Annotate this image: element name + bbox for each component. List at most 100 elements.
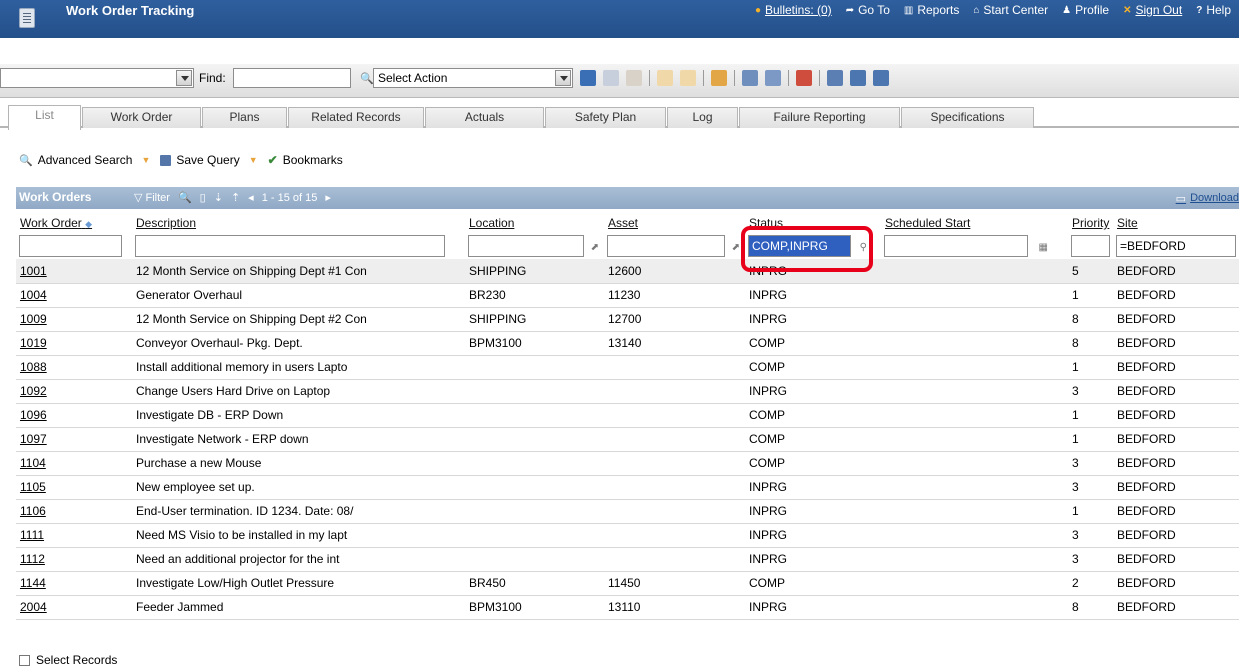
create-ticket-icon[interactable] (765, 70, 781, 86)
work-order-link[interactable]: 1088 (20, 360, 47, 374)
table-row[interactable]: 2004 Feeder Jammed BPM3100 13110 INPRG 8 BEDFO… (16, 595, 1239, 620)
table-row[interactable]: 1009 12 Month Service on Shipping Dept #2… (16, 307, 1239, 332)
table-row[interactable]: 1092 Change Users Hard Drive on Laptop INP… (16, 379, 1239, 404)
previous-arrow-icon[interactable] (657, 70, 673, 86)
chevron-down-icon[interactable]: ▼ (249, 155, 258, 165)
new-record-icon[interactable] (580, 70, 596, 86)
table-row[interactable]: 1144 Investigate Low/High Outlet Pressure… (16, 571, 1239, 596)
column-header-scheduled-start[interactable]: Scheduled Start (881, 213, 1068, 233)
filter-button[interactable]: ▽ Filter (134, 191, 170, 204)
column-header-site[interactable]: Site (1113, 213, 1239, 233)
nav-help[interactable]: ? Help (1196, 3, 1231, 17)
tab-work-order[interactable]: Work Order (82, 107, 201, 128)
work-order-link[interactable]: 1004 (20, 288, 47, 302)
cell-work-order[interactable]: 1088 (16, 355, 132, 380)
cell-work-order[interactable]: 1105 (16, 475, 132, 500)
find-input[interactable] (233, 68, 351, 88)
cell-work-order[interactable]: 1104 (16, 451, 132, 476)
select-records-checkbox[interactable] (19, 654, 30, 666)
sort-down-icon[interactable]: ⇣ (214, 191, 223, 204)
cell-work-order[interactable]: 1097 (16, 427, 132, 452)
nav-profile[interactable]: ♟ Profile (1062, 3, 1109, 17)
filter-work-order-input[interactable] (19, 235, 122, 257)
column-header-priority[interactable]: Priority (1068, 213, 1113, 233)
download-link[interactable]: ▭ Download (1176, 192, 1239, 205)
work-order-link[interactable]: 1097 (20, 432, 47, 446)
table-row[interactable]: 1104 Purchase a new Mouse COMP 3 BEDFORD (16, 451, 1239, 476)
table-row[interactable]: 1088 Install additional memory in users L… (16, 355, 1239, 380)
column-header-asset[interactable]: Asset (604, 213, 745, 233)
advanced-search-button[interactable]: 🔍 Advanced Search ▼ (19, 153, 150, 167)
document-icon[interactable] (827, 70, 843, 86)
filter-status-input[interactable] (748, 235, 851, 257)
tab-list[interactable]: List (8, 105, 81, 130)
lookup-icon[interactable]: ⬈ (591, 242, 599, 253)
filter-scheduled-start-input[interactable] (884, 235, 1028, 257)
previous-page-icon[interactable]: ◂ (248, 191, 254, 204)
select-action-dropdown[interactable]: Select Action (373, 68, 573, 88)
cell-work-order[interactable]: 1001 (16, 259, 132, 284)
filter-location-input[interactable] (468, 235, 584, 257)
table-row[interactable]: 1004 Generator Overhaul BR230 11230 INPRG 1 BE… (16, 283, 1239, 308)
app-selector[interactable] (0, 68, 194, 88)
binoculars-icon[interactable]: 🔍 (360, 72, 374, 85)
column-header-description[interactable]: Description (132, 213, 465, 233)
cell-work-order[interactable]: 1106 (16, 499, 132, 524)
sort-up-icon[interactable]: ⇡ (231, 191, 240, 204)
tab-specifications[interactable]: Specifications (901, 107, 1034, 128)
work-order-link[interactable]: 1019 (20, 336, 47, 350)
cell-work-order[interactable]: 1111 (16, 523, 132, 548)
cell-work-order[interactable]: 1096 (16, 403, 132, 428)
nav-start-center[interactable]: ⌂ Start Center (973, 3, 1048, 17)
table-row[interactable]: 1019 Conveyor Overhaul- Pkg. Dept. BPM3100… (16, 331, 1239, 356)
lookup-icon[interactable]: ⬈ (732, 242, 740, 253)
work-order-link[interactable]: 1111 (20, 528, 44, 542)
binoculars-icon[interactable]: 🔍 (178, 191, 192, 204)
nav-reports[interactable]: ▥ Reports (904, 3, 959, 17)
tab-plans[interactable]: Plans (202, 107, 287, 128)
next-page-icon[interactable]: ▸ (325, 191, 331, 204)
work-order-link[interactable]: 1106 (20, 504, 46, 518)
bookmarks-button[interactable]: ✔ Bookmarks (268, 153, 343, 167)
change-status-icon[interactable] (711, 70, 727, 86)
nav-goto[interactable]: ➦ Go To (846, 3, 890, 17)
work-order-link[interactable]: 1009 (20, 312, 47, 326)
cell-work-order[interactable]: 2004 (16, 595, 132, 620)
work-order-link[interactable]: 1001 (20, 264, 47, 278)
tab-actuals[interactable]: Actuals (425, 107, 544, 128)
cell-work-order[interactable]: 1009 (16, 307, 132, 332)
work-order-link[interactable]: 1105 (20, 480, 46, 494)
gauge-icon[interactable] (796, 70, 812, 86)
calendar-icon[interactable]: ▦ (1039, 242, 1048, 253)
print-all-icon[interactable] (873, 70, 889, 86)
save-query-button[interactable]: Save Query ▼ (160, 153, 258, 167)
chevron-down-icon[interactable]: ▼ (141, 155, 150, 165)
save-icon[interactable] (603, 70, 619, 86)
cell-work-order[interactable]: 1112 (16, 547, 132, 572)
chevron-down-icon[interactable] (176, 70, 192, 86)
work-order-link[interactable]: 1096 (20, 408, 47, 422)
column-header-work-order[interactable]: Work Order ◆ (16, 213, 132, 233)
sort-icon[interactable]: ◆ (85, 219, 92, 229)
next-arrow-icon[interactable] (680, 70, 696, 86)
work-order-link[interactable]: 1144 (20, 576, 46, 590)
tab-safety-plan[interactable]: Safety Plan (545, 107, 666, 128)
filter-asset-input[interactable] (607, 235, 725, 257)
work-order-link[interactable]: 1104 (20, 456, 46, 470)
filter-priority-input[interactable] (1071, 235, 1110, 257)
column-header-location[interactable]: Location (465, 213, 604, 233)
table-row[interactable]: 1106 End-User termination. ID 1234. Date:… (16, 499, 1239, 524)
clear-filter-icon[interactable]: ▯ (200, 191, 206, 204)
nav-sign-out[interactable]: ✕ Sign Out (1123, 3, 1182, 17)
work-order-link[interactable]: 1112 (20, 552, 45, 566)
select-records[interactable]: Select Records (19, 653, 117, 667)
column-header-status[interactable]: Status (745, 213, 881, 233)
table-row[interactable]: 1111 Need MS Visio to be installed in my … (16, 523, 1239, 548)
nav-bulletins[interactable]: ● Bulletins: (0) (755, 3, 832, 17)
search-icon[interactable]: ⚲ (860, 242, 867, 253)
cell-work-order[interactable]: 1092 (16, 379, 132, 404)
cell-work-order[interactable]: 1144 (16, 571, 132, 596)
clear-icon[interactable] (626, 70, 642, 86)
assign-labor-icon[interactable] (742, 70, 758, 86)
tab-log[interactable]: Log (667, 107, 738, 128)
